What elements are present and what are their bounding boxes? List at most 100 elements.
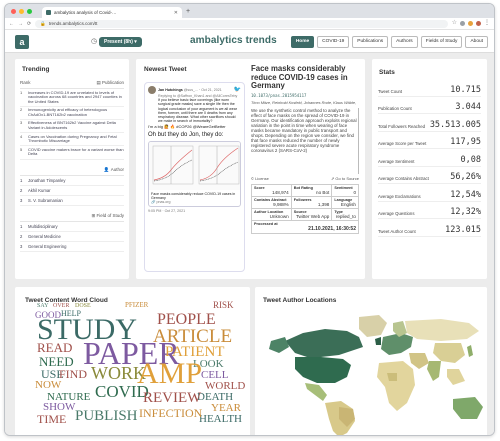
wordcloud-word[interactable]: PFIZER (125, 302, 148, 309)
logo[interactable]: a (15, 35, 29, 49)
bookmark-icon[interactable]: ☆ (452, 20, 457, 26)
browser-tab[interactable]: ambalytics analysis of Covid-… ✕ (42, 7, 182, 18)
trending-row[interactable]: 3 S. V. Subramanian (20, 196, 124, 206)
metric-cell: Source Twitter Web App (290, 207, 333, 221)
trending-label: COVID vaccine makers brace for a variant… (28, 146, 124, 157)
wordcloud-word[interactable]: FIND (59, 368, 87, 380)
wordcloud-word[interactable]: COVID (95, 383, 149, 400)
embed-chart-image (149, 141, 240, 190)
map-region-alaska (269, 337, 289, 353)
trending-row[interactable]: 1 Increases in COVID-19 are unrelated to … (20, 89, 124, 107)
top-nav: a ◷ Present (8h) ▾ ambalytics trends Hom… (5, 31, 494, 53)
rank-number: 4 (20, 133, 23, 139)
wordcloud-word[interactable]: RISK (213, 301, 234, 310)
metric-cell: Type replied_to (331, 207, 359, 221)
forward-icon[interactable]: → (18, 21, 23, 27)
metric-value: Twitter Web App (295, 213, 330, 219)
map-region-mexico (305, 383, 327, 401)
wordcloud-word[interactable]: READ (37, 341, 72, 354)
maximize-window-icon[interactable] (27, 8, 32, 14)
wordcloud-word[interactable]: PUBLISH (75, 409, 138, 424)
trending-row[interactable]: 5 COVID vaccine makers brace for a varian… (20, 146, 124, 160)
metric-value: replied_to (335, 213, 356, 219)
paper-title[interactable]: Face masks considerably reduce COVID-19 … (251, 65, 359, 91)
wordcloud-word[interactable]: REVIEW (143, 391, 201, 406)
wordcloud-word[interactable]: HEALTH (199, 414, 242, 425)
url-field[interactable]: 🔒 trends.ambalytics.com/tt (35, 19, 448, 28)
stat-value: 35.513.005 (429, 119, 481, 130)
embed-domain: pnas.org (156, 200, 171, 205)
nav-about[interactable]: About (465, 36, 488, 48)
trending-row[interactable]: 2 General Medicine (20, 232, 124, 242)
newest-tweet-card: Newest Tweet Jan Hutchings @sus_... · Oc… (136, 59, 365, 279)
stat-label: Tweet Author Count (378, 228, 416, 234)
embedded-tweet[interactable]: Jan Hutchings @sus_... · Oct 21, 2021 🐦 … (144, 82, 245, 272)
embed-card[interactable]: Face masks considerably reduce COVID-19 … (148, 140, 241, 208)
paper-doi[interactable]: 10.1073/pnas.2015954117 (251, 93, 359, 98)
metric-value: 1,398 (317, 201, 330, 207)
map-region-middle-east (409, 353, 429, 369)
stat-label: Tweet Count (378, 88, 403, 94)
world-map[interactable] (255, 307, 487, 436)
metric-cell: Bot Rating no Bot (290, 183, 333, 197)
stat-label: Total Followers Reached (378, 123, 426, 129)
paper-authors: Timo Mitze, Reinhold Kosfeld, Johannes R… (251, 99, 357, 105)
trending-row[interactable]: 1 Jonathan Timpanley (20, 176, 124, 186)
nav-fields[interactable]: Fields of Study (420, 36, 463, 48)
stat-value: 56,26% (450, 172, 481, 182)
period-select[interactable]: Present (8h) ▾ (99, 37, 142, 47)
trending-pub-header: Rank ▤ Publication (20, 78, 124, 89)
back-icon[interactable]: ← (9, 21, 14, 27)
metric-value: 0 (353, 189, 356, 195)
wordcloud-word[interactable]: NOW (35, 380, 61, 391)
tweet-date: Oct 21, 2021 (201, 87, 222, 92)
metric-cell: Score 148,974 (251, 183, 292, 197)
trending-row[interactable]: 4 Cases on Vaccination during Pregnancy a… (20, 133, 124, 147)
url-text: trends.ambalytics.com/tt (48, 21, 98, 26)
stat-row: Publication Count 3.044 (378, 97, 481, 114)
menu-icon[interactable]: ⋮ (484, 20, 490, 26)
cc-icon: © (251, 175, 254, 181)
nav-covid[interactable]: COVID-19 (317, 36, 350, 48)
trending-label: Effectiveness of BNT162b2 Vaccine agains… (28, 120, 116, 131)
stat-value: 3.044 (455, 102, 481, 112)
close-window-icon[interactable] (11, 8, 16, 14)
trending-row[interactable]: 2 Immunogenicity and efficacy of heterolo… (20, 107, 124, 120)
trending-row[interactable]: 3 Effectiveness of BNT162b2 Vaccine again… (20, 120, 124, 134)
stat-row: Average Exclamations 12,54% (378, 184, 481, 202)
field-list: 1 Multidisciplinary 2 General Medicine 3 Gene… (20, 222, 124, 252)
field-header: Field of Study (96, 212, 124, 218)
trending-label: S. V. Subramanian (28, 197, 63, 203)
trending-row[interactable]: 2 Akhil Kumar (20, 186, 124, 196)
nav-publications[interactable]: Publications (352, 36, 389, 48)
nav-authors[interactable]: Authors (391, 36, 418, 48)
processed-value: 21.10.2021, 16:30:52 (308, 225, 356, 232)
trending-label: General Medicine (28, 233, 61, 239)
reload-icon[interactable]: ⟳ (27, 21, 31, 27)
wordcloud-word[interactable]: TIME (37, 413, 66, 425)
paper-abstract: We use the synthetic control method to a… (251, 107, 359, 174)
extension-icon[interactable] (468, 21, 473, 26)
user-icon: 👤 (103, 166, 111, 172)
map-region-canada (285, 329, 363, 357)
stat-label: Average Contains Abstract (378, 176, 429, 181)
author-list: 1 Jonathan Timpanley 2 Akhil Kumar 3 S. V. Su… (20, 176, 124, 206)
embed-caption: Face masks considerably reduce COVID-19 … (151, 191, 236, 200)
metric-value: English (340, 201, 356, 207)
go-to-source-link[interactable]: ⇗ Go to Source (331, 176, 359, 181)
stat-row: Average Sentiment 0,08 (378, 149, 481, 167)
nav-home[interactable]: Home (290, 36, 315, 48)
new-tab-icon[interactable]: + (186, 8, 190, 15)
tab-close-icon[interactable]: ✕ (174, 10, 178, 16)
license-link[interactable]: © License (251, 176, 269, 181)
rank-number: 3 (20, 120, 23, 126)
trending-row[interactable]: 1 Multidisciplinary (20, 222, 124, 232)
trending-label: General Engineering (28, 243, 67, 249)
metric-value: Unknown (269, 213, 289, 219)
profile-avatar[interactable] (476, 21, 481, 26)
wordcloud-word[interactable]: SAY (37, 303, 48, 309)
extension-icon[interactable] (460, 21, 465, 26)
trending-row[interactable]: 3 General Engineering (20, 242, 124, 252)
wordcloud-word[interactable]: INFECTION (139, 407, 202, 419)
minimize-window-icon[interactable] (19, 8, 24, 14)
